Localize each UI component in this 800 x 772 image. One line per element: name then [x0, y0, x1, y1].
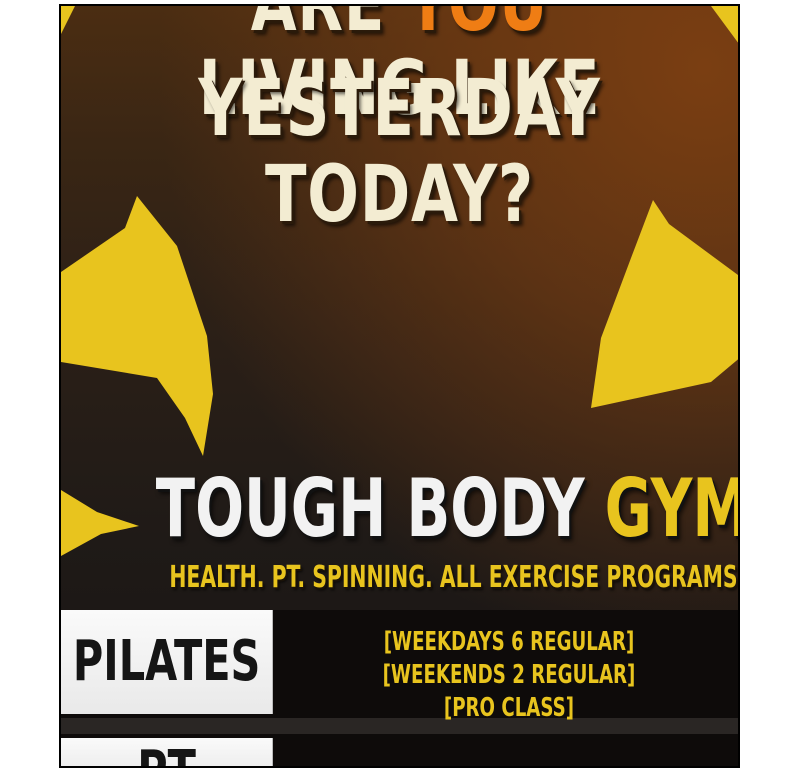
gym-name-highlight: GYM: [604, 462, 740, 555]
gym-poster: ARE YOU LIVING LIKE YESTERDAY TODAY? TOU…: [59, 4, 740, 768]
yellow-shard-top-left: [61, 6, 75, 34]
yellow-shard-bottom-left: [61, 490, 139, 556]
headline-line-2: YESTERDAY TODAY?: [198, 64, 601, 240]
headline-highlight: YOU: [407, 6, 549, 48]
yellow-shard-top-right: [711, 6, 738, 43]
class-label-pt: PT: [61, 738, 273, 767]
class-label-text: PT: [137, 742, 196, 767]
class-label-text: PILATES: [72, 629, 261, 694]
class-schedule-pilates: [WEEKDAYS 6 REGULAR] [WEEKENDS 2 REGULAR…: [382, 627, 636, 723]
headline-text: ARE: [251, 6, 407, 48]
gym-tagline: HEALTH. PT. SPINNING. ALL EXERCISE PROGR…: [169, 560, 740, 595]
gym-name: TOUGH BODY GYM: [155, 462, 738, 555]
gym-name-text: TOUGH BODY: [155, 462, 605, 555]
class-label-pilates: PILATES: [61, 610, 273, 714]
